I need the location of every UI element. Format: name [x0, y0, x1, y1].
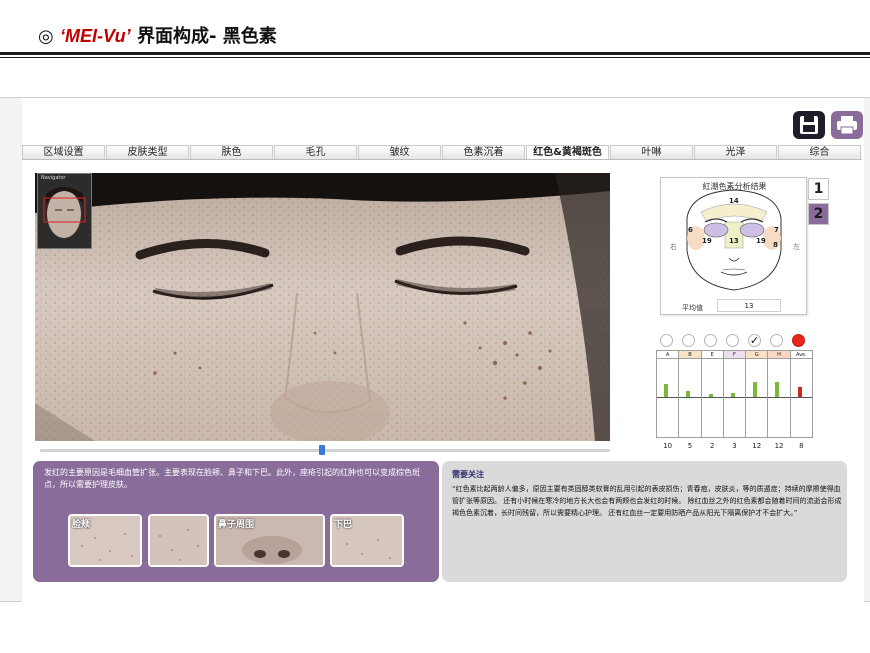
zone-left-jaw-value: 8: [773, 241, 778, 249]
bar-column-header: A: [657, 351, 679, 359]
notes-text: “红色素比起两龄人偏多，原因主要有类固醇类软膏的乱用引起的表皮损伤；青春痘，皮肤…: [452, 485, 842, 517]
bar-value-label: 12: [774, 442, 784, 450]
tab-summary[interactable]: 综合: [778, 145, 861, 159]
zone-right-cheek-value: 19: [702, 237, 712, 245]
app-content: 区域设置 皮肤类型 肤色 毛孔 皱纹 色素沉着 红色&黄褐斑色 叶啉 光泽 综合: [22, 98, 864, 603]
brand-name: ‘MEI-Vu’: [60, 26, 131, 46]
tab-wrinkles[interactable]: 皱纹: [358, 145, 441, 159]
right-side-label: 右: [670, 243, 677, 251]
bar-column-e: E2: [701, 351, 724, 450]
title-symbol: ◎: [38, 26, 54, 47]
title-text: 界面构成- 黑色素: [130, 26, 277, 47]
face-photo[interactable]: [35, 173, 610, 441]
check-icon: ✓: [749, 334, 760, 347]
bar-value-label: 8: [799, 442, 804, 450]
bar-baseline: [768, 397, 790, 398]
navigator-thumbnail[interactable]: Navigator: [37, 173, 92, 249]
zoom-slider-track[interactable]: [40, 449, 610, 452]
page-2-button[interactable]: 2: [808, 203, 829, 225]
slide-title: ◎ ‘MEI-Vu’ 界面构成- 黑色素: [38, 22, 277, 48]
bar-column-a: A 10: [657, 351, 680, 450]
description-text: 发红的主要原因是毛细血管扩张。主要表现在脸颊、鼻子和下巴。此外，座疮引起的红肿也…: [44, 468, 420, 489]
tab-gloss[interactable]: 光泽: [694, 145, 777, 159]
bar-value-label: 2: [709, 442, 715, 450]
average-label: 平均值: [682, 304, 703, 312]
tab-pigmentation[interactable]: 色素沉着: [442, 145, 525, 159]
view-radio-7[interactable]: [792, 334, 805, 347]
bar-column-h: H 12: [768, 351, 791, 450]
view-radio-6[interactable]: [770, 334, 783, 347]
save-button[interactable]: [793, 111, 825, 139]
thumb-chin-label: 下巴: [334, 520, 353, 530]
view-radio-4[interactable]: [726, 334, 739, 347]
tab-pores[interactable]: 毛孔: [274, 145, 357, 159]
bar-column-header: E: [701, 351, 723, 359]
notes-title: 需要关注: [452, 470, 484, 479]
bar-mark: [753, 382, 758, 397]
zone-right-temple-value: 6: [688, 226, 693, 234]
bar-column-header: Ave.: [790, 351, 812, 359]
view-radio-2[interactable]: [682, 334, 695, 347]
navigator-label: Navigator: [41, 175, 66, 181]
zone-left-cheek-value: 19: [756, 237, 766, 245]
tab-redness[interactable]: 红色&黄褐斑色: [526, 145, 609, 159]
bar-column-g: G 12: [746, 351, 769, 450]
bar-column-ave: Ave. 8: [790, 351, 812, 450]
tab-porphyrin[interactable]: 叶啉: [610, 145, 693, 159]
save-icon: [800, 116, 818, 134]
app-window: 区域设置 皮肤类型 肤色 毛孔 皱纹 色素沉着 红色&黄褐斑色 叶啉 光泽 综合: [0, 97, 870, 603]
bar-mark: [664, 384, 668, 397]
bar-baseline: [701, 397, 723, 398]
bar-mark: [775, 382, 780, 397]
left-side-label: 左: [793, 243, 800, 251]
tab-skin-type[interactable]: 皮肤类型: [106, 145, 189, 159]
bar-value-label: 3: [732, 442, 737, 450]
tab-bar: 区域设置 皮肤类型 肤色 毛孔 皱纹 色素沉着 红色&黄褐斑色 叶啉 光泽 综合: [22, 145, 862, 160]
tab-skin-color[interactable]: 肤色: [190, 145, 273, 159]
analysis-result-panel: 紅潮色素分析结果 右 左 14 6 7 19 13 19 8 平均值 13: [660, 177, 807, 315]
zone-nose-value: 13: [729, 237, 739, 245]
view-radio-5[interactable]: ✓: [748, 334, 761, 347]
header-rule: [0, 52, 870, 55]
bar-column-header: F: [723, 351, 746, 359]
bar-mark: [686, 391, 691, 397]
zone-bar-chart: A 10 B 5 E 2 F 3 G 12 H 12 Ave. 8: [656, 350, 813, 450]
notes-panel: 需要关注 “红色素比起两龄人偏多，原因主要有类固醇类软膏的乱用引起的表皮损伤；青…: [442, 461, 847, 582]
bar-value-label: 5: [687, 442, 693, 450]
tab-area-setting[interactable]: 区域设置: [22, 145, 105, 159]
bar-value-label: 10: [663, 442, 673, 450]
header-rule-thin: [0, 57, 870, 58]
description-panel: 发红的主要原因是毛细血管扩张。主要表现在脸颊、鼻子和下巴。此外，座疮引起的红肿也…: [33, 461, 439, 582]
thumb-nose[interactable]: 鼻子周围: [214, 514, 325, 567]
bar-mark: [797, 387, 802, 397]
bar-baseline: [746, 397, 768, 398]
bar-mark: [708, 394, 713, 397]
view-radio-3[interactable]: [704, 334, 717, 347]
thumb-nose-label: 鼻子周围: [218, 520, 255, 530]
bar-baseline: [790, 397, 812, 398]
zone-left-temple-value: 7: [774, 226, 779, 234]
bar-baseline: [723, 397, 746, 398]
bar-column-header: G: [746, 351, 768, 359]
view-radio-1[interactable]: [660, 334, 673, 347]
average-value: 13: [717, 299, 781, 312]
bar-baseline: [657, 397, 679, 398]
printer-icon: [837, 116, 857, 135]
thumb-chin[interactable]: 下巴: [330, 514, 404, 567]
bar-column-header: H: [768, 351, 790, 359]
page-1-button[interactable]: 1: [808, 178, 829, 200]
thumb-cheek-label: 脸颊: [72, 520, 91, 530]
zone-forehead-value: 14: [729, 197, 739, 205]
thumb-cheek-2[interactable]: [148, 514, 209, 567]
thumb-cheek[interactable]: 脸颊: [68, 514, 142, 567]
print-button[interactable]: [831, 111, 863, 139]
bar-value-label: 12: [752, 442, 762, 450]
bar-column-f: F3: [723, 351, 747, 450]
zoom-slider-thumb[interactable]: [319, 445, 325, 455]
bar-column-b: B5: [679, 351, 702, 450]
bar-baseline: [679, 397, 701, 398]
bar-column-header: B: [679, 351, 701, 359]
bar-mark: [730, 393, 735, 397]
